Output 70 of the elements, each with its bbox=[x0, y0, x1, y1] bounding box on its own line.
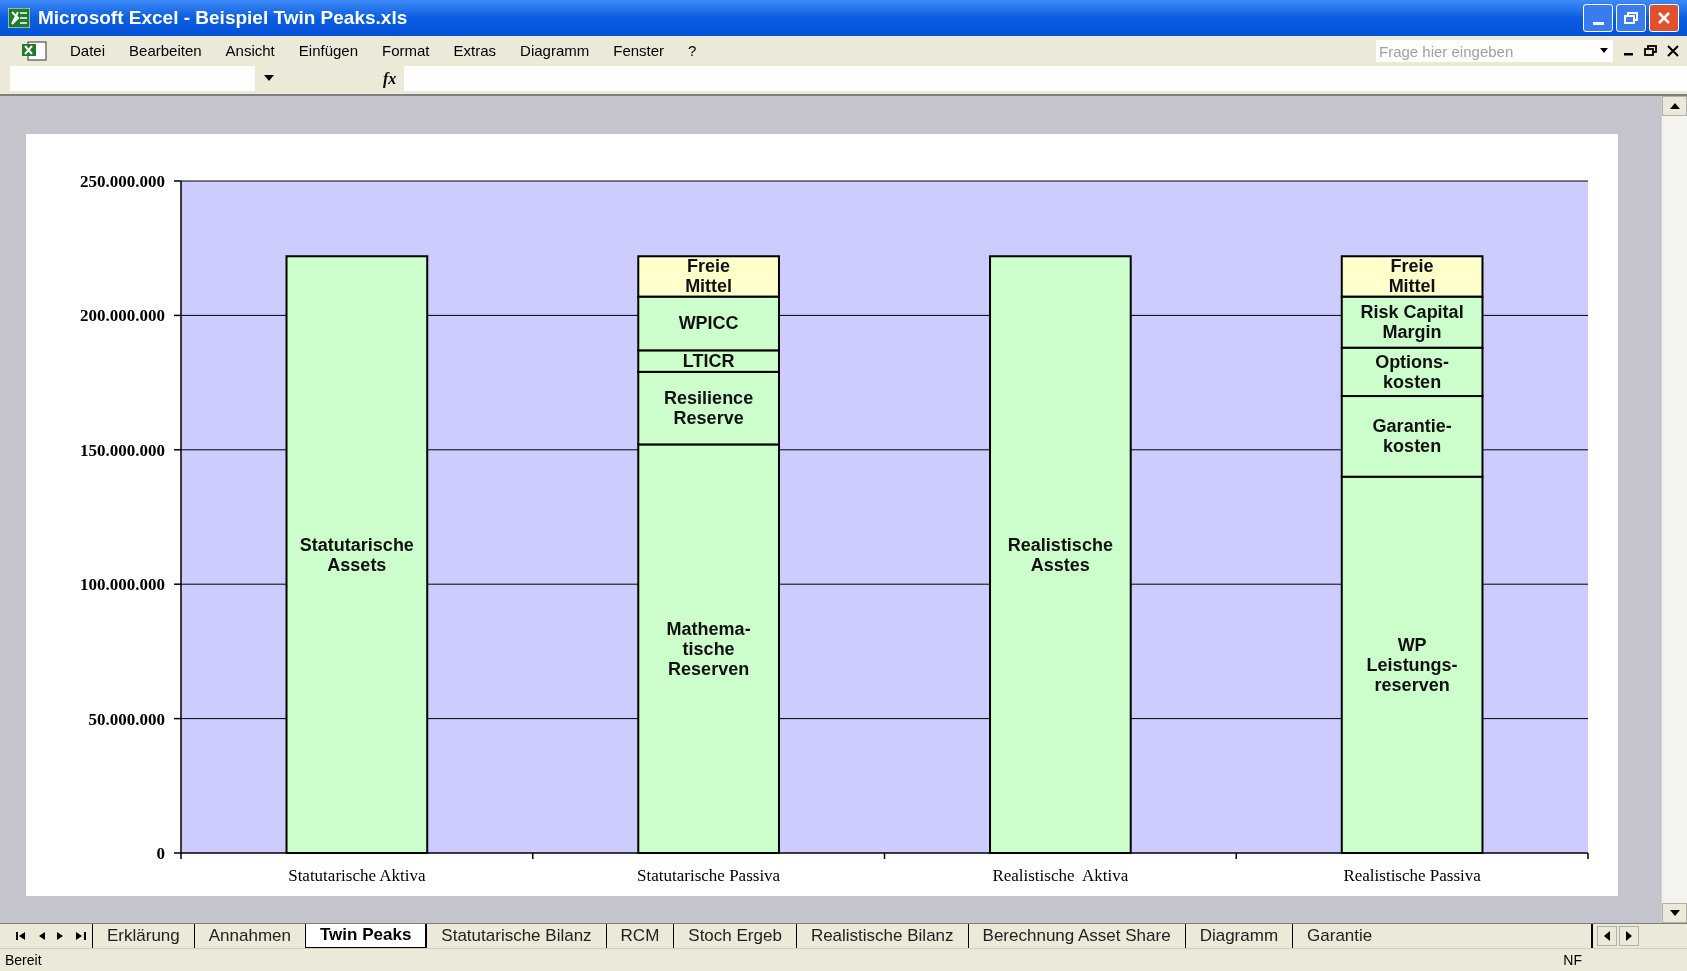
y-axis-label: 250.000.000 bbox=[80, 172, 165, 191]
menu-item[interactable]: Diagramm bbox=[508, 39, 602, 63]
segment-label: Garantie- kosten bbox=[1372, 416, 1452, 457]
segment-label: Resilience Reserve bbox=[664, 388, 754, 429]
x-axis-label: Realistische Passiva bbox=[1343, 866, 1481, 885]
status-text: Bereit bbox=[5, 950, 42, 970]
left-arrow-icon bbox=[1604, 931, 1610, 941]
restore-icon[interactable] bbox=[1644, 45, 1657, 57]
close-button[interactable] bbox=[1649, 4, 1679, 32]
first-sheet-icon[interactable] bbox=[16, 931, 26, 941]
menu-item[interactable]: Fenster bbox=[601, 39, 677, 63]
window-title: Microsoft Excel - Beispiel Twin Peaks.xls bbox=[38, 5, 408, 30]
sheet-tab[interactable]: RCM bbox=[605, 924, 674, 948]
segment-label: WPICC bbox=[678, 313, 739, 334]
segment-label: WP Leistungs- reserven bbox=[1366, 634, 1458, 695]
menu-item[interactable]: Bearbeiten bbox=[117, 39, 214, 63]
menu-item[interactable]: Ansicht bbox=[213, 39, 287, 63]
sheet-tab[interactable]: Twin Peaks bbox=[305, 924, 427, 948]
x-axis-label: Realistische Aktiva bbox=[992, 866, 1129, 885]
sheet-tab[interactable]: Berechnung Asset Share bbox=[967, 924, 1185, 948]
y-axis-label: 150.000.000 bbox=[80, 440, 165, 460]
up-arrow-icon bbox=[1669, 103, 1680, 109]
minimize-button[interactable] bbox=[1583, 4, 1613, 32]
scroll-up-button[interactable] bbox=[1662, 96, 1687, 116]
scroll-left-button[interactable] bbox=[1597, 926, 1617, 946]
y-axis-label: 100.000.000 bbox=[80, 575, 165, 595]
segment-label: Statutarische Assets bbox=[299, 534, 414, 575]
vertical-scrollbar[interactable] bbox=[1661, 96, 1687, 923]
right-arrow-icon bbox=[1626, 931, 1632, 941]
dropdown-arrow-icon[interactable] bbox=[1599, 48, 1609, 54]
status-indicator: NF bbox=[1563, 950, 1582, 970]
workbook-icon[interactable] bbox=[20, 40, 48, 62]
x-axis-label: Statutarische Passiva bbox=[637, 866, 781, 885]
sheet-tab[interactable]: Stoch Ergeb bbox=[673, 924, 796, 948]
previous-sheet-icon[interactable] bbox=[38, 931, 45, 941]
restore-button[interactable] bbox=[1616, 4, 1646, 32]
y-axis-label: 50.000.000 bbox=[88, 709, 165, 729]
close-icon bbox=[1657, 11, 1671, 25]
segment-label: Options- kosten bbox=[1375, 351, 1450, 392]
segment-label: Freie Mittel bbox=[685, 256, 733, 297]
sheet-tab[interactable]: Statutarische Bilanz bbox=[426, 924, 606, 948]
close-icon[interactable] bbox=[1667, 45, 1679, 57]
formula-input-field[interactable] bbox=[404, 66, 1687, 91]
menu-item[interactable]: Datei bbox=[58, 39, 118, 63]
sheet-tab[interactable]: Diagramm bbox=[1184, 924, 1293, 948]
restore-icon bbox=[1624, 12, 1638, 24]
sheet-tab[interactable]: Garantie bbox=[1292, 924, 1387, 948]
sheet-tab[interactable]: Erklärung bbox=[92, 924, 194, 948]
scroll-down-button[interactable] bbox=[1662, 903, 1687, 923]
x-axis-label: Statutarische Aktiva bbox=[288, 866, 426, 885]
y-axis-label: 200.000.000 bbox=[80, 306, 165, 326]
last-sheet-icon[interactable] bbox=[76, 931, 86, 941]
menu-item[interactable]: Extras bbox=[441, 39, 509, 63]
segment-label: Mathema- tische Reserven bbox=[666, 618, 751, 679]
help-search-field[interactable]: Frage hier eingeben bbox=[1376, 40, 1613, 62]
segment-label: Risk Capital Margin bbox=[1360, 302, 1464, 343]
menu-item[interactable]: ? bbox=[676, 39, 709, 63]
menu-item[interactable]: Format bbox=[370, 39, 442, 63]
excel-icon bbox=[8, 8, 30, 28]
scroll-right-button[interactable] bbox=[1619, 926, 1639, 946]
down-arrow-icon bbox=[1669, 910, 1680, 916]
segment-label: Realistische Asstes bbox=[1007, 534, 1113, 575]
segment-label: LTICR bbox=[682, 351, 735, 372]
next-sheet-icon[interactable] bbox=[57, 931, 64, 941]
sheet-tab[interactable]: Realistische Bilanz bbox=[795, 924, 968, 948]
y-axis-label: 0 bbox=[156, 844, 165, 863]
menu-item[interactable]: Einfügen bbox=[286, 39, 370, 63]
dropdown-arrow-icon[interactable] bbox=[263, 75, 275, 82]
function-button[interactable]: fx bbox=[383, 66, 397, 91]
segment-label: Freie Mittel bbox=[1388, 256, 1436, 297]
